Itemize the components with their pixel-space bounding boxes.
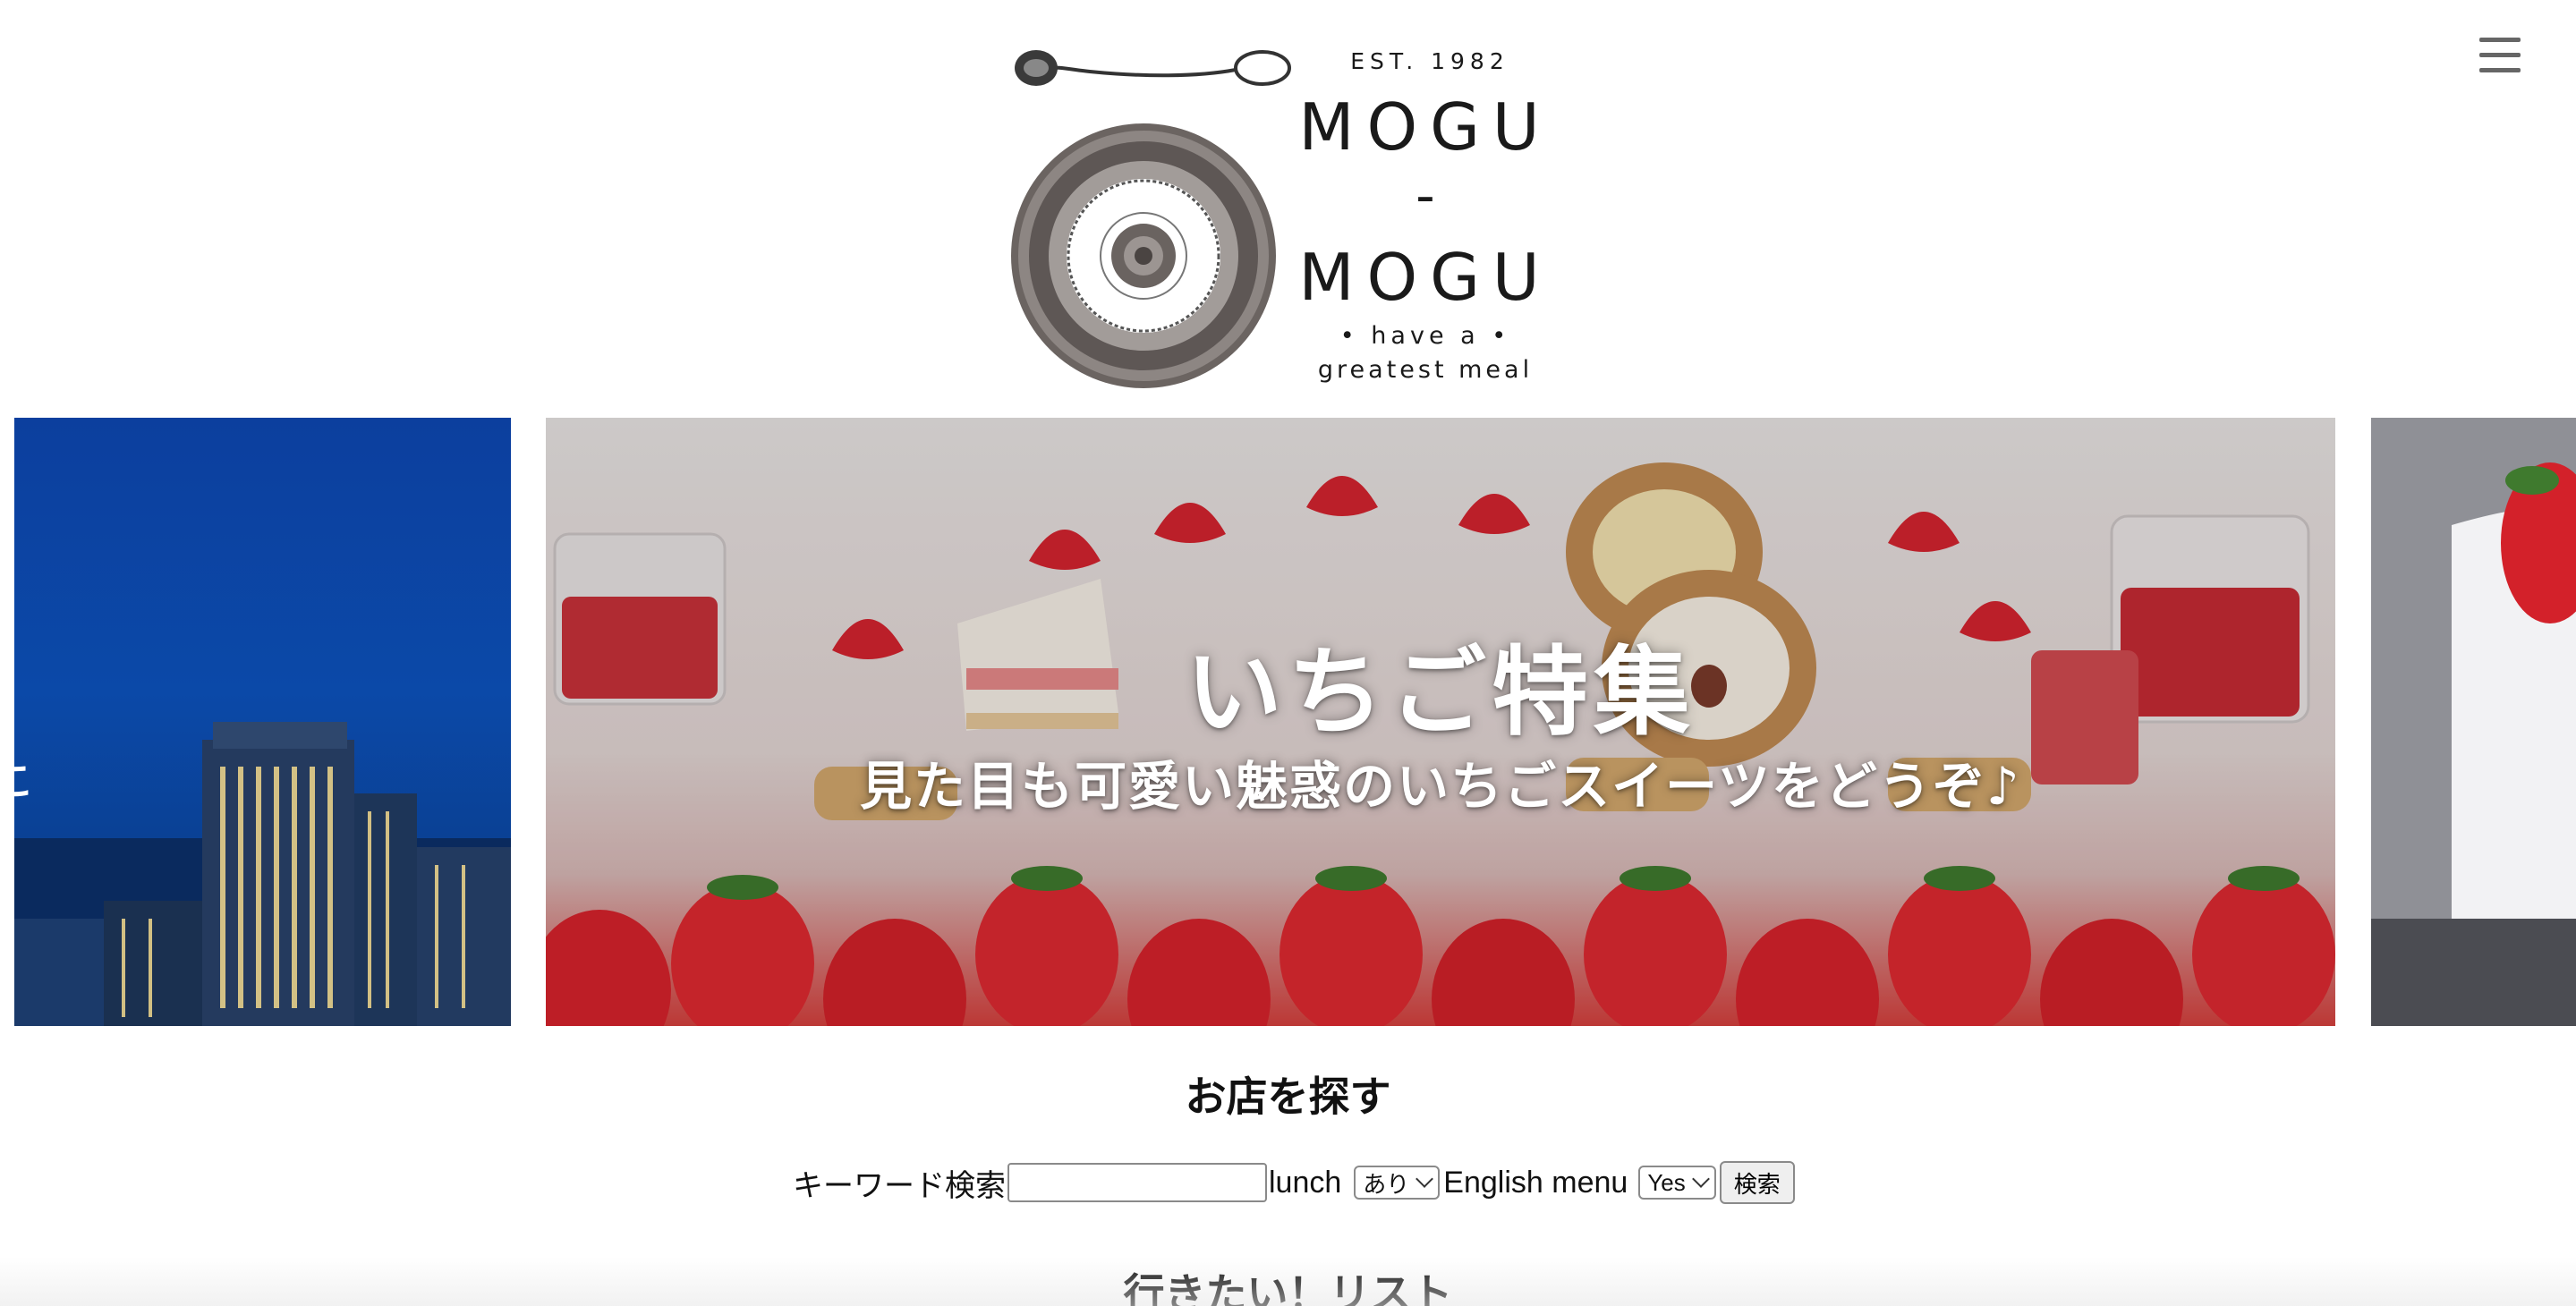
lunch-select-value: あり <box>1363 1170 1410 1198</box>
english-menu-label: English menu <box>1443 1165 1628 1200</box>
plate-and-spoon-icon <box>1011 50 1291 388</box>
english-menu-select-value: Yes <box>1647 1168 1686 1196</box>
logo-dash: - <box>1416 165 1435 227</box>
hamburger-menu-icon[interactable] <box>2479 38 2521 79</box>
banner-subtitle: 見た目も可愛い魅惑のいちごスイーツをどうぞ♪ <box>860 756 2021 817</box>
english-menu-select[interactable]: Yes <box>1638 1166 1716 1200</box>
search-form: キーワード検索 lunch あり English menu Yes 検索 <box>793 1159 1795 1206</box>
logo-est-text: EST. 1982 <box>1350 48 1509 74</box>
carousel-slide-previous[interactable]: ラン こ <box>14 418 511 1026</box>
lunch-label: lunch <box>1269 1165 1342 1200</box>
logo-tagline-1: • have a • <box>1339 322 1511 350</box>
strawberry-cake-image <box>2371 418 2576 1026</box>
previous-slide-subtext: こ <box>14 749 34 806</box>
city-skyline-image <box>14 722 511 1026</box>
logo-word-1: MOGU <box>1298 89 1552 165</box>
wishlist-section-title: 行きたい！リスト <box>1123 1269 1453 1306</box>
logo-word-2: MOGU <box>1298 240 1552 315</box>
search-section-title: お店を探す <box>1185 1073 1391 1121</box>
carousel-slide-next[interactable] <box>2371 418 2576 1026</box>
lunch-select[interactable]: あり <box>1354 1166 1441 1200</box>
banner-title: いちご特集 <box>1185 637 1696 749</box>
site-logo[interactable]: EST. 1982 MOGU - MOGU • have a • greates… <box>1009 32 1546 394</box>
chevron-down-icon <box>1416 1170 1434 1188</box>
keyword-search-input[interactable] <box>1007 1163 1267 1202</box>
chevron-down-icon <box>1691 1170 1710 1188</box>
logo-tagline-2: greatest meal <box>1317 356 1534 384</box>
page: EST. 1982 MOGU - MOGU • have a • greates… <box>0 0 2576 1306</box>
carousel-slide-current[interactable]: いちご特集 見た目も可愛い魅惑のいちごスイーツをどうぞ♪ <box>546 418 2335 1026</box>
search-submit-button[interactable]: 検索 <box>1719 1161 1795 1204</box>
keyword-search-label: キーワード検索 <box>793 1168 1006 1203</box>
